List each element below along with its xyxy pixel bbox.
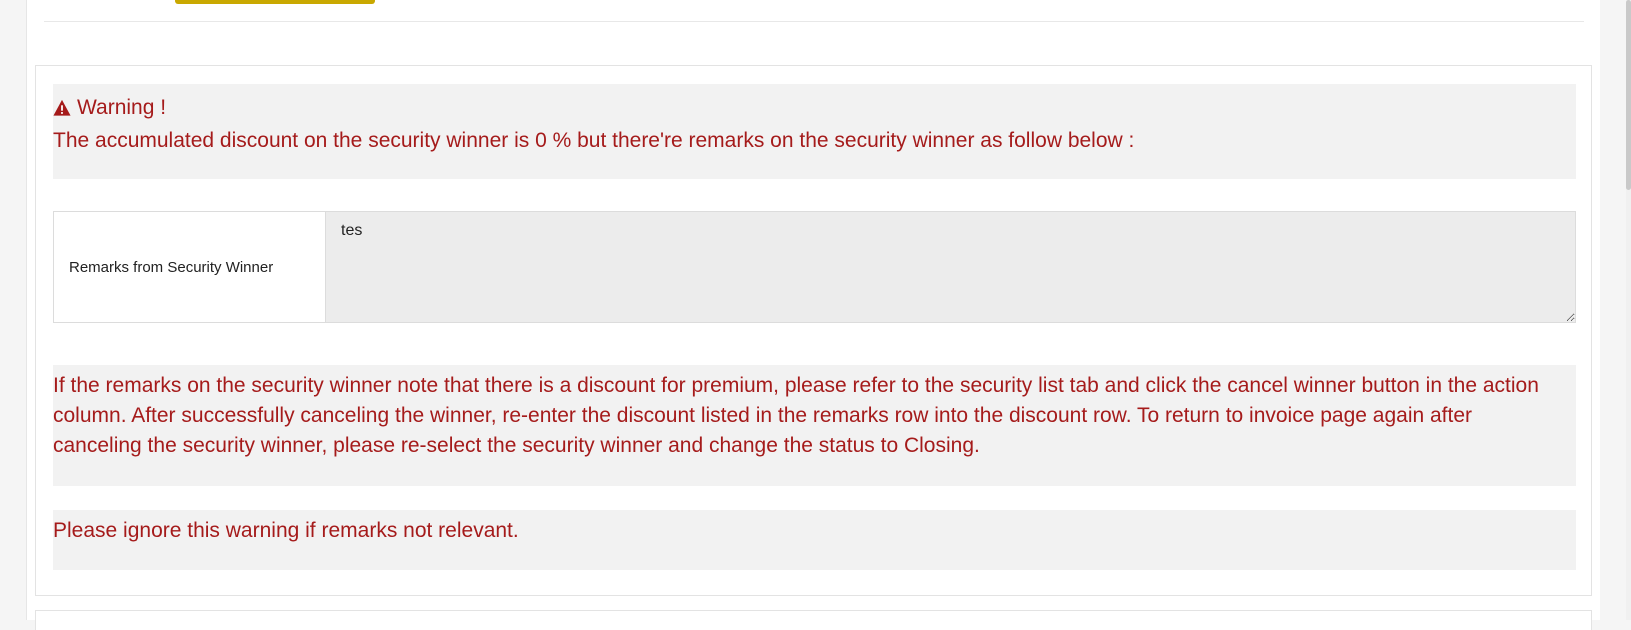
- remarks-textarea[interactable]: tes: [326, 212, 1575, 322]
- warning-header-box: Warning ! The accumulated discount on th…: [53, 84, 1576, 179]
- instruction-box: If the remarks on the security winner no…: [53, 365, 1576, 486]
- ignore-notice-text: Please ignore this warning if remarks no…: [53, 519, 519, 542]
- instruction-text: If the remarks on the security winner no…: [53, 374, 1539, 457]
- ignore-notice-box: Please ignore this warning if remarks no…: [53, 510, 1576, 570]
- warning-triangle-icon: [53, 99, 71, 116]
- remarks-table: Remarks from Security Winner tes: [53, 211, 1576, 323]
- primary-action-button[interactable]: [175, 0, 375, 4]
- next-section-card: [35, 610, 1592, 630]
- warning-title: Warning !: [77, 96, 167, 119]
- warning-title-row: Warning !: [53, 95, 166, 121]
- page-content: Warning ! The accumulated discount on th…: [26, 0, 1600, 630]
- warning-message: The accumulated discount on the security…: [53, 129, 1135, 152]
- section-divider: [44, 21, 1584, 22]
- remarks-warning-card: Warning ! The accumulated discount on th…: [35, 65, 1592, 596]
- remarks-label: Remarks from Security Winner: [54, 212, 326, 322]
- scrollbar-thumb[interactable]: [1626, 0, 1631, 190]
